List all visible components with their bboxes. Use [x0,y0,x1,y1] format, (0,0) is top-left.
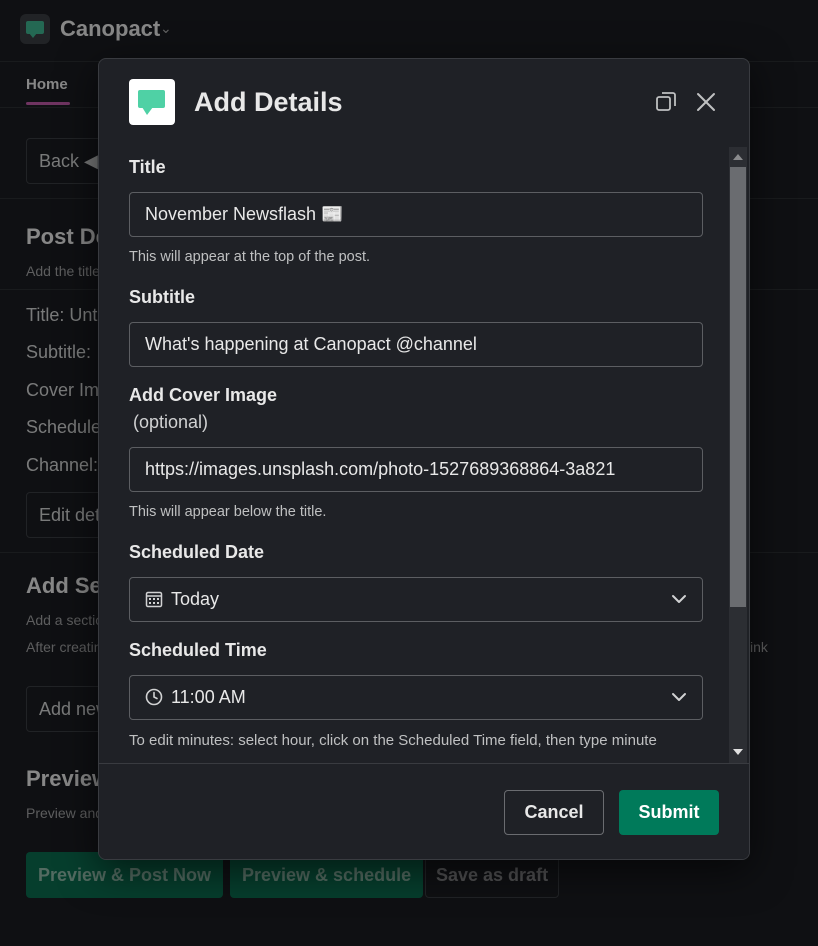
modal-scrollbar[interactable] [729,147,747,763]
cover-image-input[interactable]: https://images.unsplash.com/photo-152768… [129,447,703,492]
scheduled-date-value: Today [171,589,220,609]
modal-title: Add Details [194,87,343,117]
calendar-icon [145,591,163,608]
cancel-button[interactable]: Cancel [504,790,604,835]
scheduled-date-label: Scheduled Date [129,542,265,562]
submit-button[interactable]: Submit [619,790,719,835]
scheduled-date-select[interactable]: Today [129,577,703,622]
clock-icon [145,688,163,706]
add-details-modal: Add Details Title November Newsflash 📰 T… [98,58,750,860]
title-input[interactable]: November Newsflash 📰 [129,192,703,237]
cover-image-label: Add Cover Image [129,385,278,405]
subtitle-label: Subtitle [129,287,195,307]
scheduled-time-select[interactable]: 11:00 AM [129,675,703,720]
title-hint: This will appear at the top of the post. [129,249,370,265]
title-label: Title [129,157,166,177]
chevron-down-icon [672,595,686,603]
chevron-down-icon [672,693,686,701]
modal-footer: Cancel Submit [99,763,749,859]
scheduled-time-label: Scheduled Time [129,640,267,660]
subtitle-input[interactable]: What's happening at Canopact @channel [129,322,703,367]
scroll-up-arrow-icon[interactable] [733,154,743,160]
cover-image-hint: This will appear below the title. [129,504,327,520]
modal-body: Title November Newsflash 📰 This will app… [99,147,749,763]
scroll-down-arrow-icon[interactable] [733,749,743,755]
cover-image-optional: (optional) [133,412,209,432]
scroll-thumb[interactable] [730,167,746,607]
app-logo-icon [129,79,175,125]
scheduled-time-value: 11:00 AM [171,687,246,707]
scheduled-time-hint: To edit minutes: select hour, click on t… [129,732,657,749]
close-icon[interactable] [695,91,717,113]
popout-icon[interactable] [655,91,677,113]
